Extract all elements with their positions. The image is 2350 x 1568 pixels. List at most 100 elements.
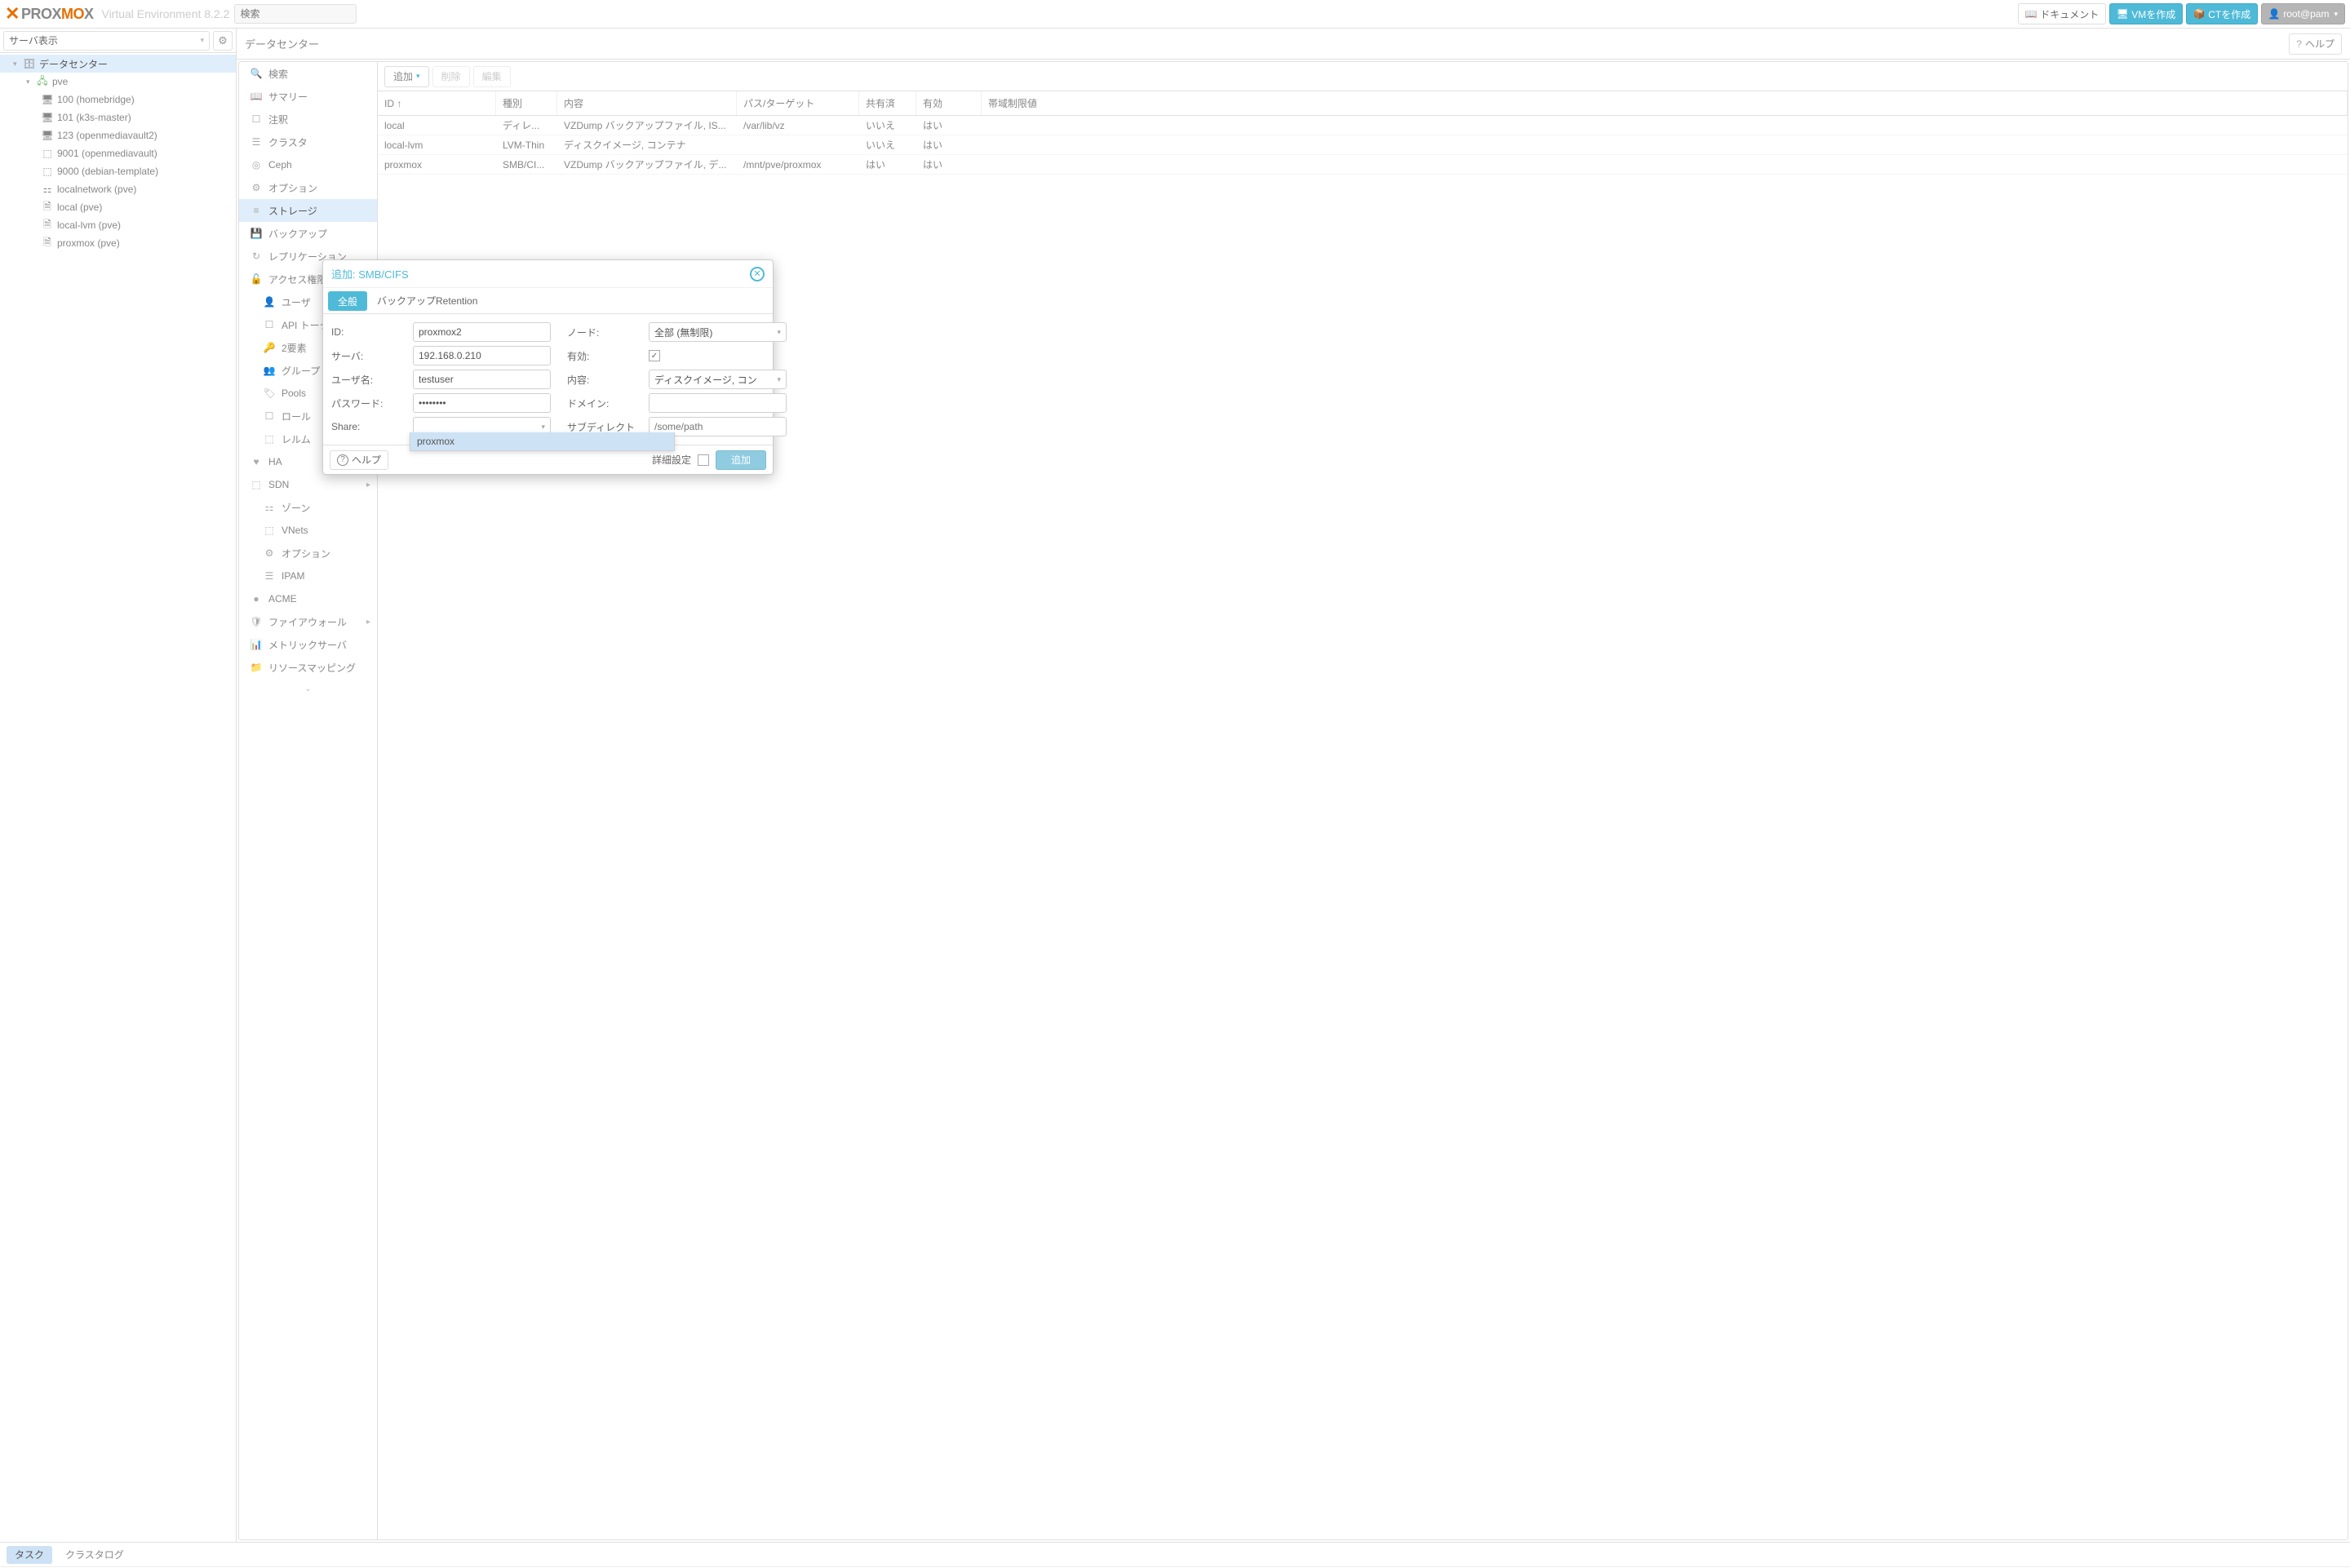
dc-nav----[interactable]: ⚏ゾーン	[239, 496, 377, 519]
label-subdir: サブディレクト	[567, 420, 649, 434]
gear-icon: ⚙	[218, 34, 228, 47]
role-icon: ☐	[264, 410, 275, 422]
tree-node-pve[interactable]: ▾🖧pve	[0, 73, 236, 91]
cube-icon: 📦	[2193, 8, 2205, 20]
view-selector[interactable]: サーバ表示▾	[3, 31, 210, 51]
dc-nav------[interactable]: ⚙オプション	[239, 176, 377, 199]
dc-nav----------[interactable]: 📁 リソースマッピング	[239, 656, 377, 679]
fw-icon: 🛡	[251, 616, 262, 627]
logo: ✕ PROXMOX	[5, 3, 93, 24]
dc-nav---------[interactable]: 📊メトリックサーバ	[239, 633, 377, 656]
dc-nav------[interactable]: ⚙オプション	[239, 542, 377, 565]
dc-nav-------[interactable]: 💾バックアップ	[239, 222, 377, 245]
folder-icon: 📁	[251, 662, 262, 673]
col-path[interactable]: パス/ターゲット	[737, 91, 859, 115]
dc-nav-ipam[interactable]: ☰IPAM	[239, 565, 377, 587]
tree-ct-9000[interactable]: ⬚9000 (debian-template)	[0, 162, 236, 180]
storage-icon: 🗎	[41, 201, 54, 214]
tab-general[interactable]: 全般	[328, 291, 367, 311]
nav-label: HA	[268, 456, 282, 467]
help-icon: ?	[2296, 38, 2302, 50]
tree-vm-100[interactable]: 🖥100 (homebridge)	[0, 91, 236, 109]
remove-storage-button[interactable]: 削除	[432, 66, 470, 87]
cell-bw	[982, 116, 2348, 135]
vnet-icon: ⬚	[264, 525, 275, 536]
zone-icon: ⚏	[264, 502, 275, 513]
label-server: サーバ:	[331, 349, 413, 363]
input-password[interactable]	[413, 393, 551, 413]
dc-nav-vnets[interactable]: ⬚VNets	[239, 519, 377, 542]
docs-button[interactable]: 📖ドキュメント	[2018, 3, 2106, 24]
tree-vm-101[interactable]: 🖥101 (k3s-master)	[0, 109, 236, 126]
nav-label: クラスタ	[268, 135, 308, 149]
add-storage-button[interactable]: 追加▾	[384, 66, 429, 87]
dc-nav-----[interactable]: ☰クラスタ	[239, 131, 377, 153]
tree-network[interactable]: ⚏localnetwork (pve)	[0, 180, 236, 198]
tab-retention[interactable]: バックアップRetention	[367, 288, 487, 313]
global-search-input[interactable]	[234, 4, 357, 24]
cell-enabled: はい	[916, 116, 982, 135]
storage-row[interactable]: local-lvmLVM-Thinディスクイメージ, コンテナいいえはい	[378, 135, 2348, 155]
realm-icon: ⬚	[264, 433, 275, 445]
label-username: ユーザ名:	[331, 373, 413, 387]
label-share: Share:	[331, 421, 413, 432]
tree-storage-proxmox[interactable]: 🗎proxmox (pve)	[0, 234, 236, 252]
nav-label: 検索	[268, 67, 288, 81]
tab-tasks[interactable]: タスク	[7, 1546, 52, 1564]
token-icon: ☐	[264, 319, 275, 330]
dc-nav------[interactable]: ≡ストレージ	[239, 199, 377, 222]
tree-datacenter[interactable]: ▾🗄データセンター	[0, 55, 236, 73]
cell-content: VZDump バックアップファイル, IS...	[557, 116, 737, 135]
dc-nav-acme[interactable]: ●ACME	[239, 587, 377, 610]
modal-help-button[interactable]: ?ヘルプ	[330, 450, 388, 470]
note-icon: ☐	[251, 113, 262, 125]
select-node[interactable]: 全部 (無制限)▾	[649, 322, 787, 342]
dc-nav-----[interactable]: 📖サマリー	[239, 85, 377, 108]
share-option-proxmox[interactable]: proxmox	[410, 432, 674, 450]
storage-row[interactable]: proxmoxSMB/CI...VZDump バックアップファイル, デ.../…	[378, 155, 2348, 175]
user-menu-button[interactable]: 👤root@pam▾	[2261, 3, 2345, 24]
monitor-icon: 🖥	[2117, 8, 2128, 20]
help-icon: ?	[337, 454, 348, 466]
col-type[interactable]: 種別	[496, 91, 557, 115]
select-content[interactable]: ディスクイメージ, コン▾	[649, 370, 787, 389]
nav-expand-toggle[interactable]: ⌄	[239, 679, 377, 698]
tree-storage-local-lvm[interactable]: 🗎local-lvm (pve)	[0, 216, 236, 234]
col-shared[interactable]: 共有済	[859, 91, 916, 115]
container-icon: ⬚	[41, 147, 54, 160]
input-domain[interactable]	[649, 393, 787, 413]
input-id[interactable]	[413, 322, 551, 342]
chevron-down-icon: ▾	[416, 72, 420, 81]
tree-settings-button[interactable]: ⚙	[213, 31, 233, 51]
tab-cluster-log[interactable]: クラスタログ	[57, 1546, 132, 1564]
create-vm-button[interactable]: 🖥VMを作成	[2109, 3, 2183, 24]
cell-type: ディレ...	[496, 116, 557, 135]
tree-storage-local[interactable]: 🗎local (pve)	[0, 198, 236, 216]
dc-nav---[interactable]: 🔍検索	[239, 62, 377, 85]
edit-storage-button[interactable]: 編集	[473, 66, 511, 87]
help-button[interactable]: ?ヘルプ	[2289, 33, 2342, 55]
tree-vm-123[interactable]: 🖥123 (openmediavault2)	[0, 126, 236, 144]
modal-close-button[interactable]: ✕	[750, 267, 765, 281]
dc-nav---------[interactable]: 🛡ファイアウォール▸	[239, 610, 377, 633]
input-server[interactable]	[413, 346, 551, 365]
storage-row[interactable]: localディレ...VZDump バックアップファイル, IS.../var/…	[378, 116, 2348, 135]
modal-submit-button[interactable]: 追加	[716, 450, 766, 470]
chevron-right-icon: ▸	[366, 618, 370, 627]
nav-label: リソースマッピング	[268, 661, 356, 675]
checkbox-enabled[interactable]: ✓	[649, 350, 660, 361]
advanced-checkbox[interactable]	[698, 454, 709, 466]
dc-nav-ceph[interactable]: ◎Ceph	[239, 153, 377, 176]
col-id[interactable]: ID ↑	[378, 91, 496, 115]
input-username[interactable]	[413, 370, 551, 389]
create-ct-button[interactable]: 📦CTを作成	[2186, 3, 2258, 24]
storage-icon: 🗎	[41, 219, 54, 232]
dc-nav---[interactable]: ☐注釈	[239, 108, 377, 131]
dc-nav-sdn[interactable]: ⬚SDN▸	[239, 473, 377, 496]
chevron-down-icon: ▾	[200, 36, 204, 45]
col-enabled[interactable]: 有効	[916, 91, 982, 115]
tree-ct-9001[interactable]: ⬚9001 (openmediavault)	[0, 144, 236, 162]
label-id: ID:	[331, 326, 413, 338]
col-bw[interactable]: 帯域制限値	[982, 91, 2348, 115]
col-content[interactable]: 内容	[557, 91, 737, 115]
